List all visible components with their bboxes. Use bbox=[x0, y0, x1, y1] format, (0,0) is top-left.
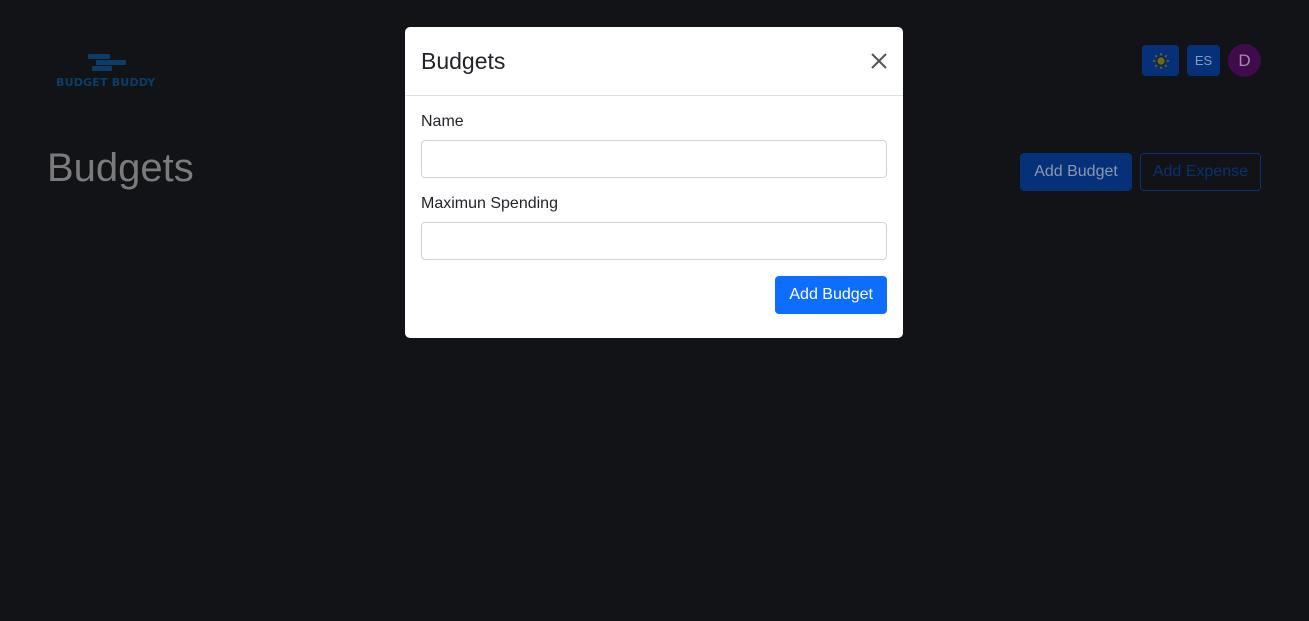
page-title: Budgets bbox=[47, 146, 194, 190]
add-budget-button[interactable]: Add Budget bbox=[1020, 153, 1132, 191]
close-icon bbox=[871, 53, 887, 69]
max-spending-input[interactable] bbox=[421, 222, 887, 260]
logo-text: BUDGET BUDDY bbox=[56, 76, 156, 89]
page-actions: Add Budget Add Expense bbox=[1020, 153, 1261, 191]
modal-title: Budgets bbox=[421, 48, 506, 74]
modal-header: Budgets bbox=[405, 27, 903, 96]
language-button[interactable]: ES bbox=[1187, 45, 1220, 76]
close-button[interactable] bbox=[869, 51, 889, 71]
add-budget-modal: Budgets Name Maximun Spending Add Budget bbox=[405, 27, 903, 338]
app-logo[interactable]: BUDGET BUDDY bbox=[56, 52, 156, 92]
submit-add-budget-button[interactable]: Add Budget bbox=[775, 276, 887, 314]
name-input[interactable] bbox=[421, 140, 887, 178]
user-avatar[interactable]: D bbox=[1228, 44, 1261, 77]
theme-toggle-button[interactable] bbox=[1142, 45, 1179, 76]
sun-icon bbox=[1152, 52, 1169, 69]
add-expense-button[interactable]: Add Expense bbox=[1139, 153, 1261, 191]
modal-footer: Add Budget bbox=[421, 276, 887, 314]
app-page: BUDGET BUDDY ES D Budgets Add Budget Add… bbox=[0, 0, 1309, 621]
header-controls: ES D bbox=[1142, 44, 1261, 77]
logo-mark-icon bbox=[86, 54, 126, 74]
name-label: Name bbox=[421, 113, 464, 130]
max-spending-label: Maximun Spending bbox=[421, 195, 558, 212]
modal-body: Name Maximun Spending Add Budget bbox=[405, 96, 903, 330]
